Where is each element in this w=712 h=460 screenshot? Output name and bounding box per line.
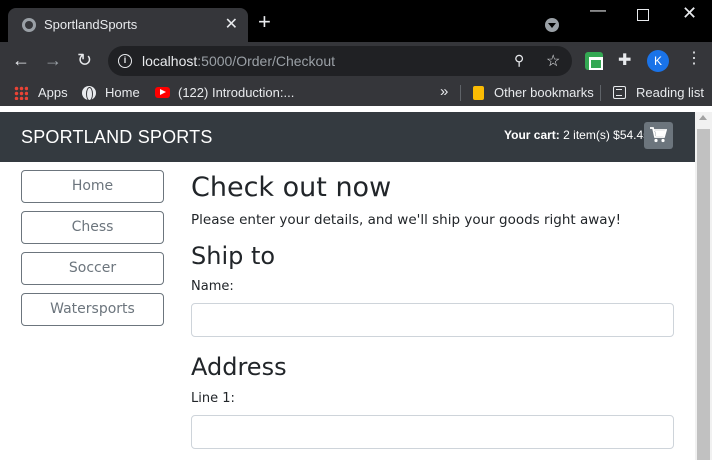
bookmark-home[interactable]: Home <box>105 85 140 100</box>
category-home-button[interactable]: Home <box>21 170 164 203</box>
line1-field[interactable] <box>191 415 674 449</box>
bookmark-apps[interactable]: Apps <box>38 85 68 100</box>
bookmarks-bar: Apps Home (122) Introduction:... » Other… <box>0 80 712 106</box>
bookmark-star-icon[interactable]: ☆ <box>546 51 560 71</box>
scrollbar-thumb[interactable] <box>697 129 710 460</box>
forward-icon[interactable]: → <box>44 50 62 70</box>
category-soccer-button[interactable]: Soccer <box>21 252 164 285</box>
browser-tab-strip: SportlandSports ✕ + — ✕ <box>0 0 712 42</box>
url-text[interactable]: localhost:5000/Order/Checkout <box>142 53 335 69</box>
site-navbar: SPORTLAND SPORTS Your cart: 2 item(s) $5… <box>0 112 695 162</box>
site-info-icon[interactable]: i <box>118 54 132 68</box>
browser-tab[interactable]: SportlandSports ✕ <box>8 8 248 42</box>
cart-icon <box>650 127 667 143</box>
bookmark-other[interactable]: Other bookmarks <box>494 85 594 100</box>
checkout-lead-text: Please enter your details, and we'll shi… <box>191 212 621 228</box>
youtube-icon <box>155 87 170 98</box>
menu-kebab-icon[interactable]: ⋮ <box>686 50 702 68</box>
name-field[interactable] <box>191 303 674 337</box>
profile-avatar[interactable]: K <box>647 50 669 72</box>
folder-icon <box>473 86 484 100</box>
new-tab-button[interactable]: + <box>258 11 271 33</box>
close-window-button[interactable]: ✕ <box>682 3 697 24</box>
site-brand[interactable]: SPORTLAND SPORTS <box>21 127 213 148</box>
divider <box>460 85 461 101</box>
browser-toolbar: ← → ↻ i localhost:5000/Order/Checkout ⚲ … <box>0 42 712 80</box>
back-icon[interactable]: ← <box>12 50 30 70</box>
checkout-form: Check out now Please enter your details,… <box>191 170 674 449</box>
cart-summary: Your cart: 2 item(s) $54.45 <box>504 128 650 142</box>
ship-to-heading: Ship to <box>191 242 276 270</box>
globe-icon <box>82 86 96 101</box>
address-bar[interactable]: i localhost:5000/Order/Checkout ⚲ ☆ <box>108 46 572 76</box>
address-heading: Address <box>191 353 287 381</box>
page-viewport: SPORTLAND SPORTS Your cart: 2 item(s) $5… <box>0 112 712 460</box>
bookmark-youtube[interactable]: (122) Introduction:... <box>178 85 294 100</box>
category-watersports-button[interactable]: Watersports <box>21 293 164 326</box>
extension-icon[interactable] <box>585 52 603 70</box>
tab-title: SportlandSports <box>44 17 138 32</box>
line1-label: Line 1: <box>191 391 235 406</box>
reading-list-icon <box>613 86 626 99</box>
extensions-puzzle-icon[interactable]: ✚ <box>618 50 631 70</box>
apps-grid-icon <box>14 86 28 100</box>
cart-button[interactable] <box>644 122 673 149</box>
page-scrollbar[interactable] <box>695 112 712 460</box>
category-nav: Home Chess Soccer Watersports <box>21 170 164 334</box>
name-label: Name: <box>191 279 234 294</box>
scroll-up-arrow-icon[interactable] <box>699 115 707 120</box>
bookmark-reading-list[interactable]: Reading list <box>636 85 704 100</box>
close-tab-icon[interactable]: ✕ <box>225 14 238 34</box>
page-title: Check out now <box>191 172 392 203</box>
maximize-window-button[interactable] <box>637 9 649 21</box>
globe-icon <box>22 18 36 32</box>
tab-search-icon[interactable] <box>545 18 559 32</box>
minimize-window-button[interactable]: — <box>590 2 606 20</box>
search-icon[interactable]: ⚲ <box>514 52 524 69</box>
reload-icon[interactable]: ↻ <box>77 50 92 70</box>
divider <box>600 85 601 101</box>
bookmarks-overflow-icon[interactable]: » <box>440 83 448 100</box>
category-chess-button[interactable]: Chess <box>21 211 164 244</box>
